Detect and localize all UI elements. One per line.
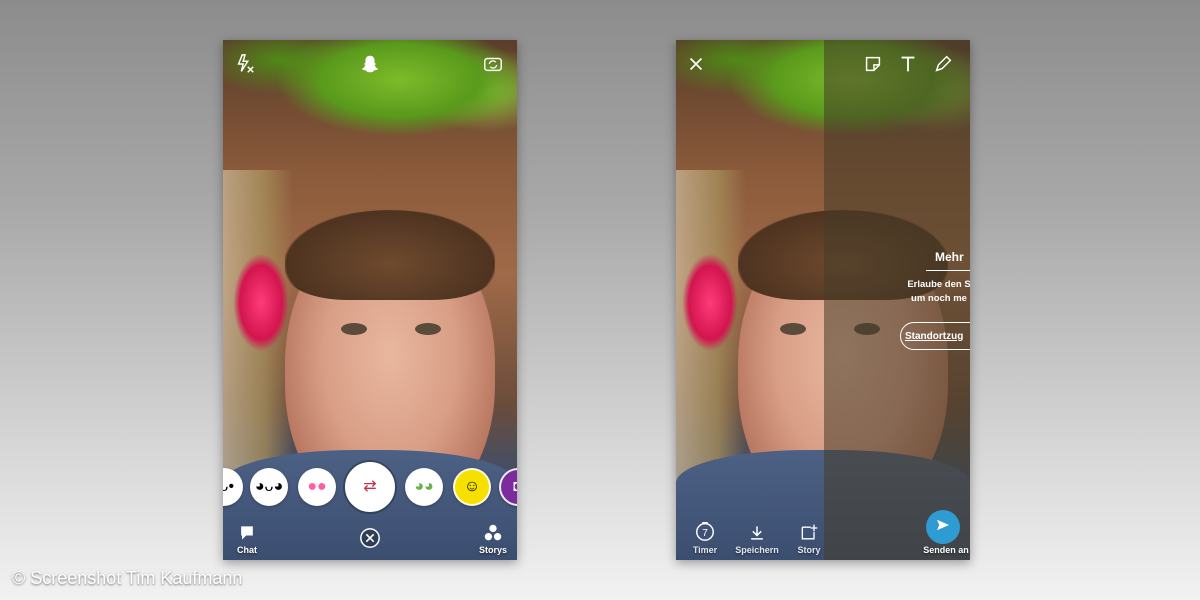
send-arrow-icon: [934, 516, 952, 539]
preview-screen: Mehr Erlaube den S um noch me Standortzu…: [676, 40, 970, 560]
camera-lens-icon: ◘: [513, 479, 517, 495]
hair: [285, 210, 495, 300]
face-lens-icon: ◕ᴗ◕: [254, 478, 284, 495]
chat-label[interactable]: Chat: [229, 545, 265, 555]
location-permission-button[interactable]: Standortzug: [900, 322, 970, 350]
notice-line: um noch me: [911, 293, 967, 304]
timer-value: 7: [702, 528, 708, 539]
eye: [415, 323, 441, 335]
lens-option[interactable]: ●●: [298, 468, 336, 506]
text-icon[interactable]: [896, 52, 920, 76]
flower-overlay: [223, 235, 289, 385]
add-story-icon[interactable]: [798, 522, 820, 544]
flower-overlay: [676, 235, 738, 385]
pink-faces-lens-icon: ●●: [307, 478, 327, 495]
notice-text: Erlaube den S um noch me: [894, 278, 970, 306]
download-icon[interactable]: [746, 522, 768, 544]
eye: [341, 323, 367, 335]
notice-title: Mehr: [935, 250, 964, 264]
eye: [780, 323, 806, 335]
flash-off-icon[interactable]: [233, 52, 257, 76]
camera-screen: •ᴗ• ◕ᴗ◕ ●● ⇄ ◕◕ ☺ ◘ Chat Storys: [223, 40, 517, 560]
lens-option-selected[interactable]: ⇄: [345, 462, 395, 512]
sticker-icon[interactable]: [861, 52, 885, 76]
timer-icon[interactable]: 7: [694, 520, 716, 542]
close-icon[interactable]: [684, 52, 708, 76]
close-circle-icon[interactable]: [358, 526, 382, 550]
lens-option[interactable]: ◕◕: [405, 468, 443, 506]
lens-option[interactable]: ◕ᴗ◕: [250, 468, 288, 506]
timer-label[interactable]: Timer: [686, 545, 724, 555]
pencil-icon[interactable]: [931, 52, 955, 76]
save-label[interactable]: Speichern: [732, 545, 782, 555]
notice-divider: [926, 270, 970, 271]
story-label[interactable]: Story: [792, 545, 826, 555]
cartoon-faces-lens-icon: ◕◕: [414, 478, 434, 495]
stories-icon[interactable]: [481, 522, 505, 544]
stories-label[interactable]: Storys: [473, 545, 513, 555]
image-credit: © Screenshot Tim Kaufmann: [12, 568, 243, 588]
chat-icon[interactable]: [236, 522, 258, 544]
camera-flip-icon[interactable]: [481, 52, 505, 76]
notice-line: Erlaube den S: [907, 279, 970, 290]
face-lens-icon: •ᴗ•: [223, 478, 235, 495]
send-button[interactable]: [926, 510, 960, 544]
send-label[interactable]: Senden an: [916, 545, 970, 555]
yellow-faces-lens-icon: ☺: [463, 478, 481, 495]
ghost-icon[interactable]: [358, 52, 382, 76]
lens-option[interactable]: ☺: [453, 468, 491, 506]
face-swap-lens-icon: ⇄: [363, 478, 377, 495]
